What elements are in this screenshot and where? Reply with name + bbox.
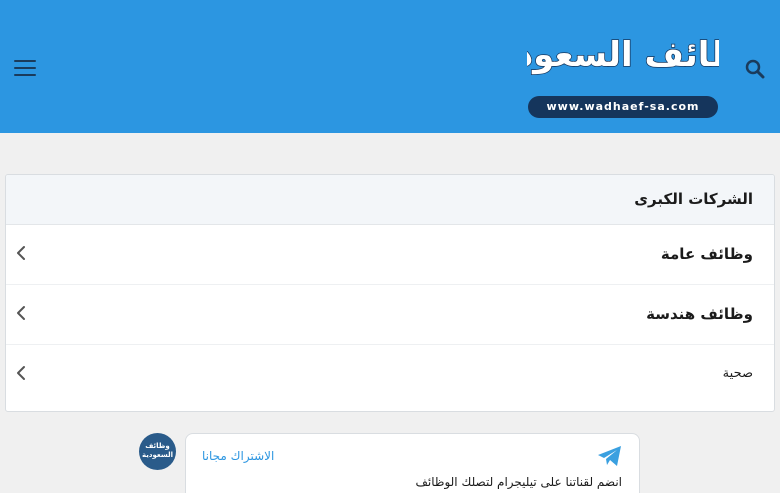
accordion-item-label: وظائف هندسة: [646, 305, 753, 323]
search-icon[interactable]: [744, 58, 766, 80]
telegram-icon: [598, 446, 621, 466]
chevron-left-icon: [17, 306, 25, 320]
accordion-header: الشركات الكبرى: [6, 175, 774, 225]
accordion-title: الشركات الكبرى: [634, 190, 753, 208]
accordion-item-label: وظائف عامة: [660, 245, 753, 263]
telegram-description: انضم لقناتنا على تيليجرام لتصلك الوظائف: [415, 475, 622, 489]
chevron-left-icon: [17, 366, 25, 380]
companies-accordion: الشركات الكبرى وظائف عامة وظائف هندسة صح…: [5, 174, 775, 412]
logo-url-pill: www.wadhaef-sa.com: [528, 96, 718, 118]
site-logo[interactable]: وظائف السعودية www.wadhaef-sa.com: [527, 10, 719, 122]
accordion-item-engineering-jobs[interactable]: وظائف هندسة: [6, 285, 774, 345]
subscribe-link[interactable]: الاشتراك مجانا: [202, 449, 274, 463]
hamburger-menu-icon[interactable]: [14, 59, 36, 77]
channel-avatar: وظائف السعودية: [139, 433, 176, 470]
svg-text:وظائف السعودية: وظائف السعودية: [527, 35, 719, 75]
site-header: وظائف السعودية www.wadhaef-sa.com: [0, 0, 780, 133]
avatar-logo-text: وظائف السعودية: [142, 442, 173, 459]
accordion-item-general-jobs[interactable]: وظائف عامة: [6, 225, 774, 285]
accordion-item-label: صحية: [722, 366, 753, 381]
logo-url: www.wadhaef-sa.com: [546, 100, 700, 113]
logo-title: وظائف السعودية: [527, 34, 719, 76]
accordion-item-health-jobs[interactable]: صحية: [6, 345, 774, 405]
telegram-card: الاشتراك مجانا انضم لقناتنا على تيليجرام…: [185, 433, 640, 493]
chevron-left-icon: [17, 246, 25, 260]
